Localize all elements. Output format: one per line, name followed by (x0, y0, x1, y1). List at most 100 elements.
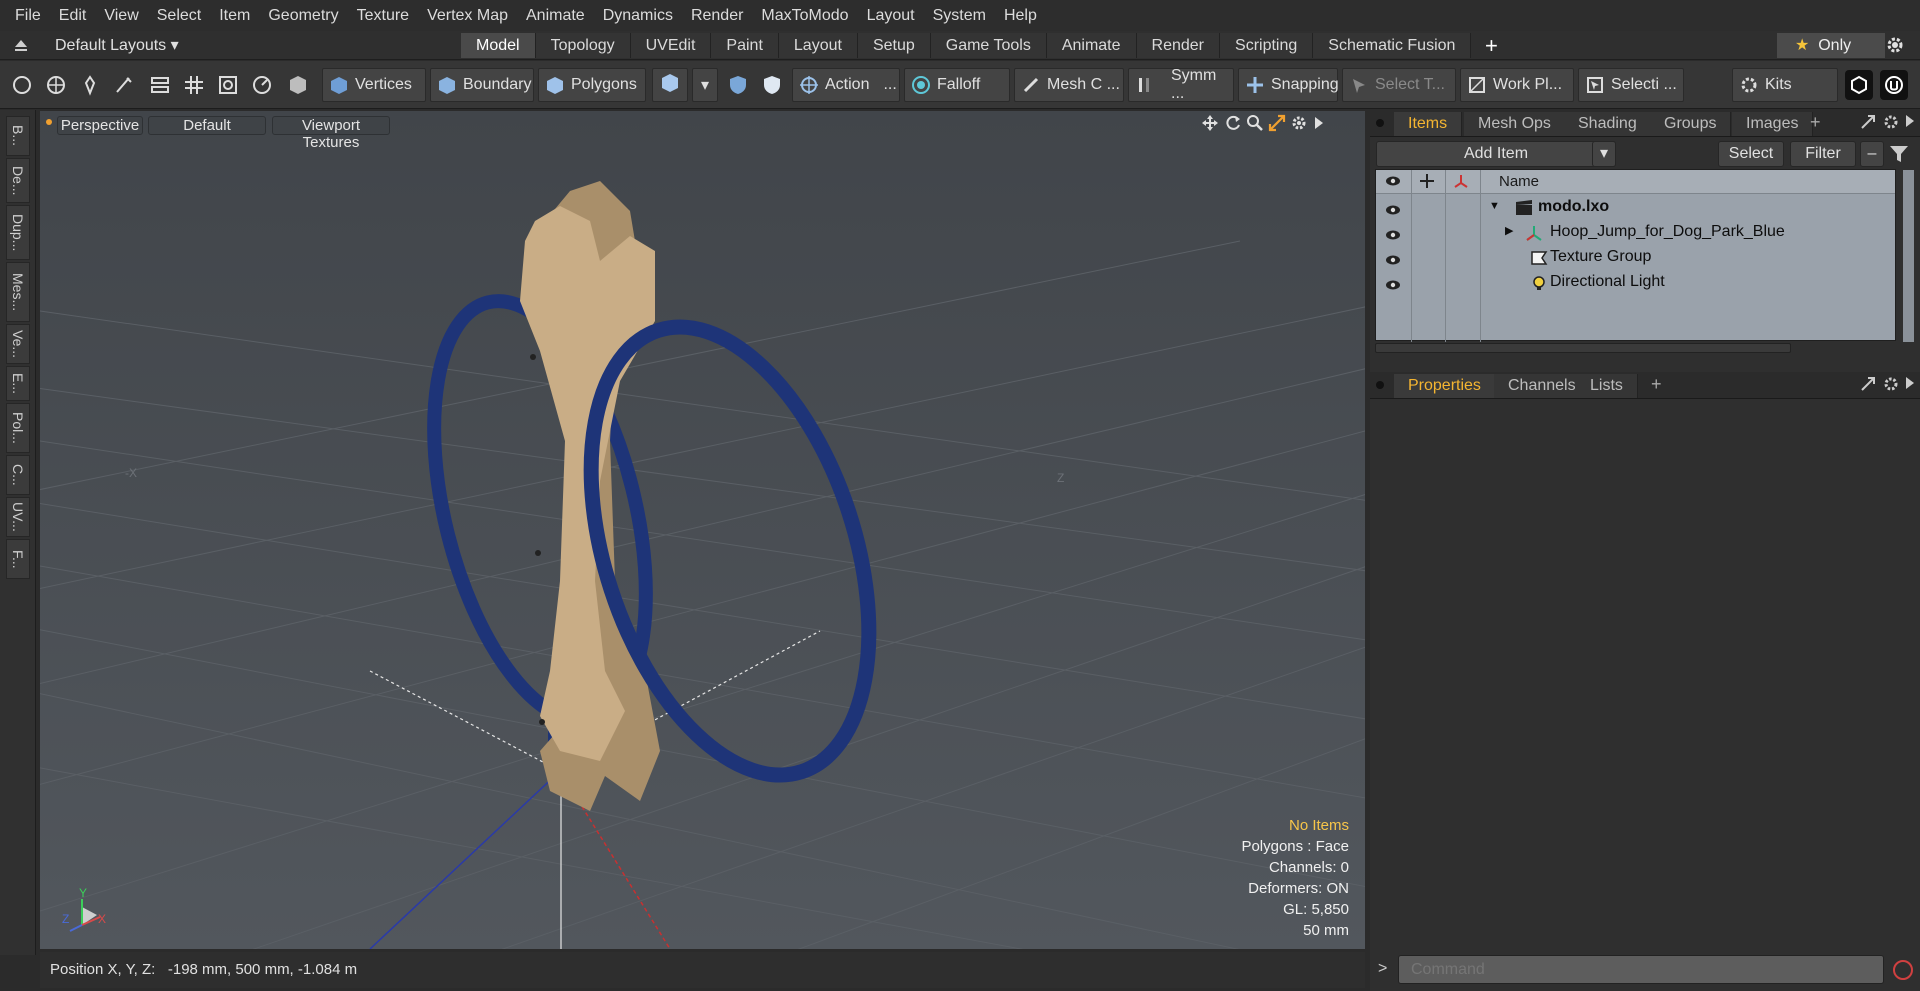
strip-tab-curve[interactable]: C... (6, 455, 30, 495)
default-layouts-dropdown[interactable]: Default Layouts ▾ (55, 31, 179, 60)
shield-alt-icon[interactable] (758, 70, 786, 100)
frame-icon[interactable] (214, 70, 242, 100)
add-item-button[interactable]: Add Item (1376, 141, 1616, 167)
boundary-button[interactable]: Boundary (430, 68, 534, 102)
pen-icon[interactable] (76, 70, 104, 100)
tab-render[interactable]: Render (1136, 33, 1221, 58)
tab-uvedit[interactable]: UVEdit (630, 33, 712, 58)
snapping-button[interactable]: Snapping (1238, 68, 1339, 102)
menu-edit[interactable]: Edit (50, 0, 96, 31)
fit-view-icon[interactable] (1268, 114, 1286, 136)
rotate-icon[interactable] (1224, 114, 1242, 136)
maximize-panel-icon[interactable] (1860, 376, 1876, 396)
add-tab-button[interactable]: + (1485, 32, 1498, 59)
add-item-dropdown[interactable]: ▾ (1592, 141, 1616, 167)
tab-images[interactable]: Images (1732, 112, 1814, 136)
visibility-column-eye-icon[interactable] (1385, 174, 1401, 192)
menu-geometry[interactable]: Geometry (259, 0, 347, 31)
menu-texture[interactable]: Texture (348, 0, 418, 31)
item-mode-icon[interactable] (284, 70, 312, 100)
tab-schematic-fusion[interactable]: Schematic Fusion (1313, 33, 1472, 58)
add-panel-tab-icon[interactable]: + (1810, 112, 1821, 133)
tab-topology[interactable]: Topology (535, 33, 631, 58)
items-list-scrollbar[interactable] (1903, 170, 1914, 342)
viewport-expand-arrow-icon[interactable] (1312, 116, 1324, 134)
list-item-hoop-jump[interactable]: ▶ Hoop_Jump_for_Dog_Park_Blue (1376, 219, 1895, 244)
menu-maxtomodo[interactable]: MaxToModo (752, 0, 857, 31)
strip-tab-fusion[interactable]: F... (6, 539, 30, 579)
grid-icon[interactable] (180, 70, 208, 100)
vertices-button[interactable]: Vertices (322, 68, 426, 102)
panel-expand-arrow-icon[interactable] (1904, 114, 1916, 132)
selection-sets-button[interactable]: Selecti ... (1578, 68, 1684, 102)
locator-column-icon[interactable] (1453, 173, 1469, 193)
list-item-modo-lxo[interactable]: ▼ modo.lxo (1376, 194, 1895, 219)
menu-item[interactable]: Item (210, 0, 259, 31)
menu-help[interactable]: Help (995, 0, 1046, 31)
strip-tab-duplicate[interactable]: Dup... (6, 205, 30, 260)
strip-tab-mesh[interactable]: Mes... (6, 262, 30, 322)
kits-button[interactable]: Kits (1732, 68, 1838, 102)
select-through-button[interactable]: Select T... (1342, 68, 1456, 102)
panel-expand-arrow-icon[interactable] (1904, 376, 1916, 394)
symmetry-button[interactable]: Symm ... (1128, 67, 1234, 102)
select-circle-icon[interactable] (8, 70, 36, 100)
menu-view[interactable]: View (95, 0, 147, 31)
strip-tab-deform[interactable]: De... (6, 158, 30, 203)
list-item-texture-group[interactable]: Texture Group (1376, 244, 1895, 269)
tab-setup[interactable]: Setup (857, 33, 931, 58)
tab-items[interactable]: Items (1394, 112, 1463, 136)
unity-icon[interactable] (1845, 70, 1873, 100)
menu-render[interactable]: Render (682, 0, 752, 31)
expand-down-icon[interactable]: ▼ (1489, 194, 1500, 219)
tab-paint[interactable]: Paint (711, 33, 779, 58)
lock-column-icon[interactable] (1419, 173, 1435, 193)
tab-model[interactable]: Model (461, 33, 536, 58)
action-button[interactable]: Action ... (792, 68, 900, 102)
menu-file[interactable]: File (6, 0, 50, 31)
list-item-directional-light[interactable]: Directional Light (1376, 269, 1895, 294)
falloff-button[interactable]: Falloff (904, 68, 1010, 102)
zoom-icon[interactable] (1246, 114, 1264, 136)
record-circle-icon[interactable] (1891, 958, 1915, 986)
polygons-button[interactable]: Polygons (538, 68, 646, 102)
shield-icon[interactable] (724, 70, 752, 100)
maximize-panel-icon[interactable] (1860, 114, 1876, 134)
strip-tab-vertex[interactable]: Ve... (6, 324, 30, 364)
only-button[interactable]: ★ Only (1777, 33, 1885, 58)
menu-animate[interactable]: Animate (517, 0, 594, 31)
menu-select[interactable]: Select (148, 0, 210, 31)
strip-tab-polygon[interactable]: Pol... (6, 403, 30, 453)
shading-default-button[interactable]: Default (148, 116, 266, 135)
add-panel-tab-icon[interactable]: + (1651, 374, 1662, 395)
tab-layout[interactable]: Layout (778, 33, 858, 58)
3d-viewport[interactable]: -X Z Y X Z Perspective Default Viewport … (40, 111, 1365, 949)
tab-shading[interactable]: Shading (1564, 112, 1652, 136)
globe-icon[interactable] (42, 70, 70, 100)
gear-icon[interactable] (1884, 34, 1912, 58)
items-horizontal-scrollbar[interactable] (1375, 343, 1791, 353)
viewport-settings-gear-icon[interactable] (1290, 114, 1308, 136)
viewport-textures-button[interactable]: Viewport Textures (272, 116, 390, 151)
tab-mesh-ops[interactable]: Mesh Ops (1464, 112, 1566, 136)
visibility-eye-icon[interactable] (1385, 275, 1401, 300)
panel-gear-icon[interactable] (1882, 113, 1900, 135)
expand-right-icon[interactable]: ▶ (1505, 219, 1513, 244)
mode-dropdown[interactable]: ▾ (692, 68, 718, 102)
tab-lists[interactable]: Lists (1576, 374, 1638, 398)
menu-vertex-map[interactable]: Vertex Map (418, 0, 517, 31)
tab-groups[interactable]: Groups (1650, 112, 1732, 136)
select-button[interactable]: Select (1718, 141, 1784, 167)
pan-icon[interactable] (1201, 114, 1219, 136)
menu-dynamics[interactable]: Dynamics (594, 0, 682, 31)
brush-icon[interactable] (110, 70, 138, 100)
tab-animate[interactable]: Animate (1046, 33, 1137, 58)
strip-tab-edge[interactable]: E... (6, 366, 30, 401)
material-mode-button[interactable] (652, 68, 688, 102)
strip-tab-uv[interactable]: UV... (6, 497, 30, 537)
perspective-button[interactable]: Perspective (57, 116, 143, 135)
collapse-up-icon[interactable] (12, 37, 30, 57)
panel-gear-icon[interactable] (1882, 375, 1900, 397)
layers-icon[interactable] (146, 70, 174, 100)
menu-system[interactable]: System (924, 0, 995, 31)
